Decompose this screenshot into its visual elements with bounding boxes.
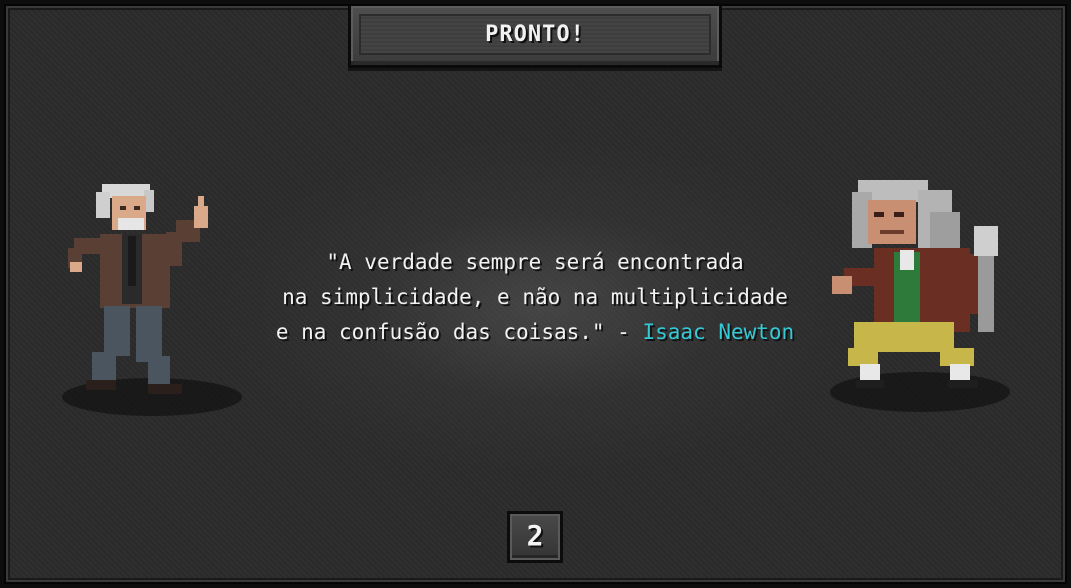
countdown-value: 2 [526, 518, 544, 552]
isaac-newton-fighter-icon [832, 180, 998, 388]
countdown-badge: 2 [507, 511, 563, 563]
quote-line-2: na simplicidade, e não na multiplicidade [282, 285, 788, 309]
quote-line-3: e na confusão das coisas." - Isaac Newto… [230, 315, 840, 350]
old-scientist-fighter-icon [68, 184, 208, 394]
quote-line-1: "A verdade sempre será encontrada [326, 250, 744, 274]
ready-label: PRONTO! [485, 22, 585, 47]
ready-banner-inner: PRONTO! [359, 14, 711, 55]
ready-banner: PRONTO! [348, 6, 722, 68]
quote-text: "A verdade sempre será encontrada na sim… [230, 245, 840, 350]
quote-line-3-text: e na confusão das coisas." - [275, 320, 643, 344]
quote-author: Isaac Newton [642, 320, 795, 344]
